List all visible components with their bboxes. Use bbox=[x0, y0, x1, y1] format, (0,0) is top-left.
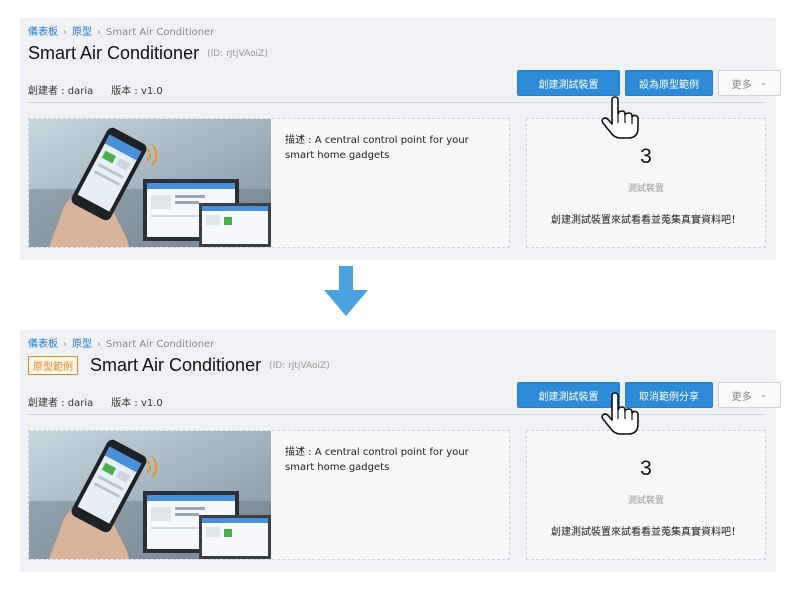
device-count: 3 bbox=[640, 145, 652, 168]
product-id: (ID: rJtjVAoiZ) bbox=[207, 48, 268, 59]
create-test-device-button[interactable]: 創建測試裝置 bbox=[517, 70, 620, 96]
breadcrumb-separator: › bbox=[97, 339, 101, 350]
breadcrumb-dashboard[interactable]: 儀表板 bbox=[28, 339, 58, 350]
divider bbox=[28, 102, 766, 103]
test-device-card: 3 測試裝置 創建測試裝置來試看看並蒐集真實資料吧！ bbox=[526, 118, 766, 248]
more-label: 更多 bbox=[731, 79, 752, 91]
product-card: 描述 : A central control point for your sm… bbox=[28, 430, 510, 560]
product-meta: 創建者 : daria 版本 : v1.0 bbox=[28, 394, 163, 409]
prototype-panel-after: 儀表板 › 原型 › Smart Air Conditioner 原型範例 Smart … bbox=[20, 330, 781, 572]
breadcrumb: 儀表板 › 原型 › Smart Air Conditioner bbox=[28, 23, 214, 38]
product-description: 描述 : A central control point for your sm… bbox=[285, 447, 469, 473]
creator-text: 創建者 : daria bbox=[28, 86, 94, 97]
more-button[interactable]: 更多 ⌄ bbox=[718, 70, 781, 96]
create-device-hint: 創建測試裝置來試看看並蒐集真實資料吧！ bbox=[551, 527, 741, 538]
breadcrumb: 儀表板 › 原型 › Smart Air Conditioner bbox=[28, 335, 214, 350]
prototype-panel-before: 儀表板 › 原型 › Smart Air Conditioner Smart Air C… bbox=[20, 18, 781, 260]
version-text: 版本 : v1.0 bbox=[111, 86, 163, 97]
arrow-down-icon bbox=[318, 264, 374, 320]
product-thumbnail bbox=[29, 119, 271, 247]
breadcrumb-separator: › bbox=[63, 27, 67, 38]
product-meta: 創建者 : daria 版本 : v1.0 bbox=[28, 82, 163, 97]
action-buttons: 創建測試裝置 設為原型範例 更多 ⌄ bbox=[517, 70, 781, 96]
hand-pointer-icon bbox=[598, 392, 642, 436]
action-buttons: 創建測試裝置 取消範例分享 更多 ⌄ bbox=[517, 382, 781, 408]
chevron-down-icon: ⌄ bbox=[759, 78, 768, 88]
device-count: 3 bbox=[640, 457, 652, 480]
more-button[interactable]: 更多 ⌄ bbox=[718, 382, 781, 408]
device-count-label: 測試裝置 bbox=[627, 184, 664, 194]
breadcrumb-separator: › bbox=[97, 27, 101, 38]
create-device-hint: 創建測試裝置來試看看並蒐集真實資料吧！ bbox=[551, 215, 741, 226]
breadcrumb-current: Smart Air Conditioner bbox=[106, 339, 215, 350]
more-label: 更多 bbox=[731, 391, 752, 403]
product-thumbnail bbox=[29, 431, 271, 559]
example-badge: 原型範例 bbox=[28, 356, 78, 375]
breadcrumb-current: Smart Air Conditioner bbox=[106, 27, 215, 38]
product-card: 描述 : A central control point for your sm… bbox=[28, 118, 510, 248]
breadcrumb-prototypes[interactable]: 原型 bbox=[72, 27, 92, 38]
breadcrumb-dashboard[interactable]: 儀表板 bbox=[28, 27, 58, 38]
test-device-card: 3 測試裝置 創建測試裝置來試看看並蒐集真實資料吧！ bbox=[526, 430, 766, 560]
breadcrumb-separator: › bbox=[63, 339, 67, 350]
product-id: (ID: rJtjVAoiZ) bbox=[269, 360, 330, 371]
device-count-label: 測試裝置 bbox=[627, 496, 664, 506]
breadcrumb-prototypes[interactable]: 原型 bbox=[72, 339, 92, 350]
product-description: 描述 : A central control point for your sm… bbox=[285, 135, 469, 161]
divider bbox=[28, 414, 766, 415]
version-text: 版本 : v1.0 bbox=[111, 398, 163, 409]
chevron-down-icon: ⌄ bbox=[759, 390, 768, 400]
page-title: Smart Air Conditioner bbox=[28, 43, 200, 63]
title-row: Smart Air Conditioner (ID: rJtjVAoiZ) bbox=[28, 43, 268, 64]
set-as-example-button[interactable]: 設為原型範例 bbox=[625, 70, 713, 96]
creator-text: 創建者 : daria bbox=[28, 398, 94, 409]
page-title: Smart Air Conditioner bbox=[90, 355, 262, 375]
title-row: 原型範例 Smart Air Conditioner (ID: rJtjVAoi… bbox=[28, 355, 330, 376]
hand-pointer-icon bbox=[598, 96, 642, 140]
